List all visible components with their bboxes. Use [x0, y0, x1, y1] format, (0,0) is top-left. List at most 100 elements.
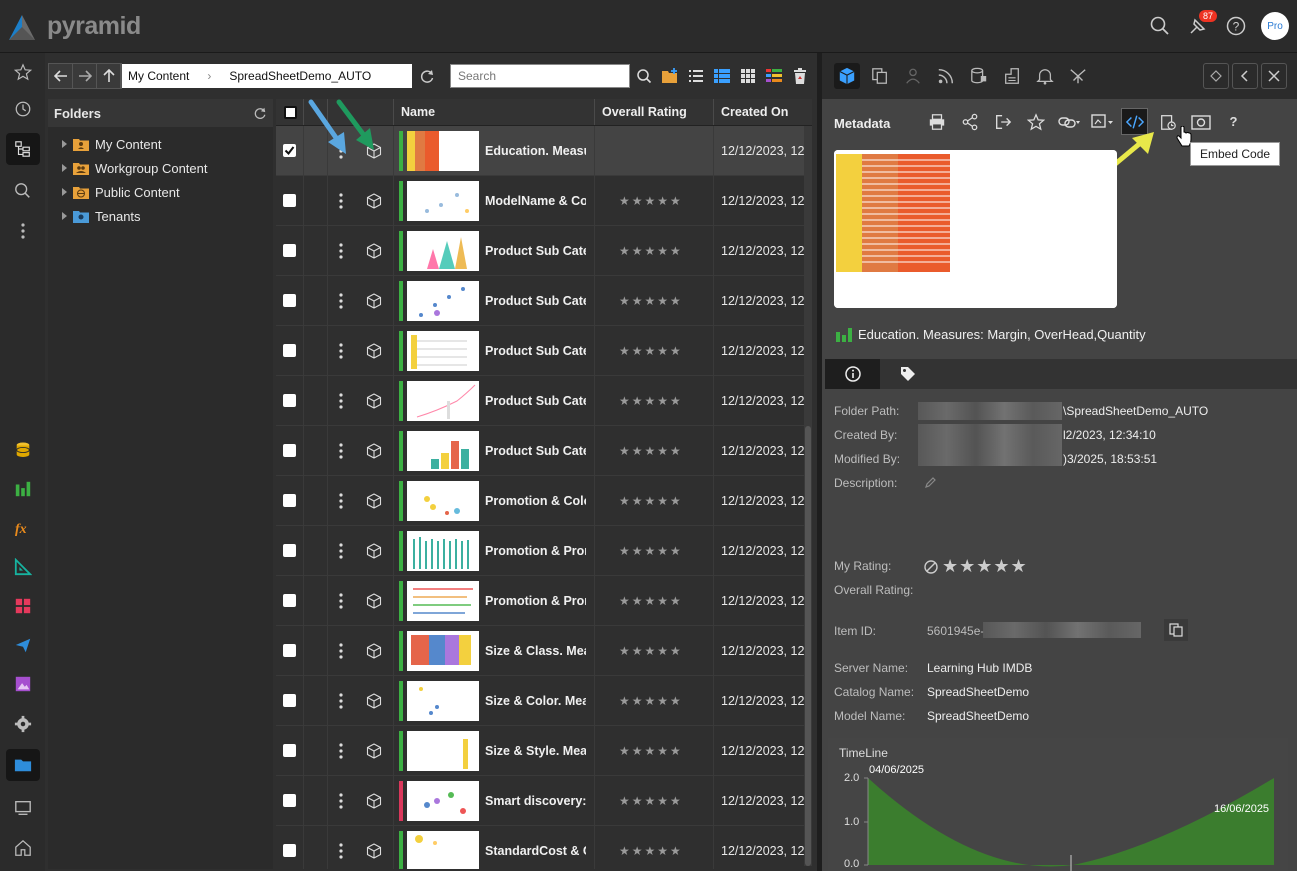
cube-model-icon[interactable]: [366, 792, 382, 809]
row-thumbnail[interactable]: [407, 230, 479, 271]
export-icon[interactable]: [989, 108, 1016, 135]
cube-model-icon[interactable]: [366, 492, 382, 509]
kebab-menu-icon[interactable]: [339, 392, 343, 409]
row-rating-stars[interactable]: ★★★★★: [595, 394, 683, 408]
row-thumbnail[interactable]: [407, 430, 479, 471]
row-name-cell[interactable]: Size & Color. Measu: [394, 676, 595, 725]
refresh-icon[interactable]: [415, 64, 439, 88]
alerts-tab-icon[interactable]: [1032, 63, 1058, 89]
folder-public-content[interactable]: Public Content: [48, 180, 273, 204]
user-avatar[interactable]: Pro: [1261, 12, 1289, 40]
collapse-left-icon[interactable]: [1232, 63, 1258, 89]
table-row[interactable]: Product Sub Catego ★★★★★ 12/12/2023, 12:3: [276, 276, 812, 326]
row-thumbnail[interactable]: [407, 130, 479, 171]
row-name-cell[interactable]: Size & Style. Measur: [394, 726, 595, 775]
kebab-menu-icon[interactable]: [339, 542, 343, 559]
cube-model-icon[interactable]: [366, 842, 382, 859]
header-name[interactable]: Name: [394, 99, 595, 125]
kebab-menu-icon[interactable]: [339, 642, 343, 659]
row-checkbox[interactable]: [283, 794, 296, 807]
cube-tab-icon[interactable]: [834, 63, 860, 89]
row-thumbnail[interactable]: [407, 580, 479, 621]
image-gallery-icon[interactable]: [6, 668, 40, 700]
data-tab-icon[interactable]: [966, 63, 992, 89]
diamond-icon[interactable]: [1203, 63, 1229, 89]
row-name-cell[interactable]: Promotion & Promo: [394, 576, 595, 625]
cube-model-icon[interactable]: [366, 692, 382, 709]
kebab-menu-icon[interactable]: [339, 442, 343, 459]
kebab-menu-icon[interactable]: [339, 492, 343, 509]
notifications-icon[interactable]: 87: [1185, 10, 1217, 39]
cube-model-icon[interactable]: [366, 442, 382, 459]
cube-model-icon[interactable]: [366, 542, 382, 559]
row-rating-stars[interactable]: ★★★★★: [595, 744, 683, 758]
kebab-menu-icon[interactable]: [339, 242, 343, 259]
kebab-menu-icon[interactable]: [339, 292, 343, 309]
folder-my-content[interactable]: My Content: [48, 132, 273, 156]
metadata-help-icon[interactable]: ?: [1220, 108, 1247, 135]
row-checkbox[interactable]: [283, 294, 296, 307]
row-rating-stars[interactable]: ★★★★★: [595, 694, 683, 708]
row-name-cell[interactable]: Size & Class. Measur: [394, 626, 595, 675]
row-name-cell[interactable]: StandardCost & Colo: [394, 826, 595, 869]
home-icon[interactable]: [6, 832, 40, 864]
grid-view-icon[interactable]: [736, 64, 760, 88]
console-icon[interactable]: [6, 792, 40, 824]
row-rating-stars[interactable]: ★★★★★: [595, 494, 683, 508]
row-rating-stars[interactable]: ★★★★★: [595, 844, 683, 858]
close-icon[interactable]: [1261, 63, 1287, 89]
row-thumbnail[interactable]: [407, 280, 479, 321]
cube-model-icon[interactable]: [366, 742, 382, 759]
subscriptions-tab-icon[interactable]: [933, 63, 959, 89]
row-checkbox[interactable]: [283, 394, 296, 407]
row-thumbnail[interactable]: [407, 780, 479, 821]
row-name-cell[interactable]: Product Sub Catego: [394, 276, 595, 325]
row-name-cell[interactable]: Product Sub Catego: [394, 226, 595, 275]
row-checkbox[interactable]: [283, 194, 296, 207]
row-name-cell[interactable]: ModelName & Colo: [394, 176, 595, 225]
row-name-cell[interactable]: Product Sub Catego: [394, 426, 595, 475]
row-thumbnail[interactable]: [407, 530, 479, 571]
security-tab-icon[interactable]: [900, 63, 926, 89]
row-rating-stars[interactable]: ★★★★★: [595, 794, 683, 808]
discover-icon[interactable]: [6, 473, 40, 505]
table-row[interactable]: StandardCost & Colo ★★★★★ 12/12/2023, 12:3: [276, 826, 812, 869]
kebab-menu-icon[interactable]: [339, 842, 343, 859]
row-rating-stars[interactable]: ★★★★★: [595, 644, 683, 658]
folder-tenants[interactable]: Tenants: [48, 204, 273, 228]
row-name-cell[interactable]: Smart discovery: Spr: [394, 776, 595, 825]
cube-model-icon[interactable]: [366, 192, 382, 209]
table-row[interactable]: Promotion & Promo ★★★★★ 12/12/2023, 12:3: [276, 526, 812, 576]
row-rating-stars[interactable]: ★★★★★: [595, 444, 683, 458]
table-row[interactable]: Promotion & Promo ★★★★★ 12/12/2023, 12:3: [276, 576, 812, 626]
row-name-cell[interactable]: Product Sub Catego: [394, 376, 595, 425]
cube-model-icon[interactable]: [366, 242, 382, 259]
more-icon[interactable]: [6, 215, 40, 247]
table-row[interactable]: Smart discovery: Spr ★★★★★ 12/12/2023, 12:…: [276, 776, 812, 826]
row-checkbox[interactable]: [283, 844, 296, 857]
copy-tab-icon[interactable]: [867, 63, 893, 89]
row-checkbox[interactable]: [283, 144, 296, 157]
content-manager-icon[interactable]: [6, 749, 40, 781]
logo[interactable]: pyramid: [5, 12, 141, 41]
row-checkbox[interactable]: [283, 494, 296, 507]
tags-tab[interactable]: [880, 359, 935, 389]
search-nav-icon[interactable]: [6, 175, 40, 207]
cube-model-icon[interactable]: [366, 292, 382, 309]
scrollbar-thumb[interactable]: [805, 426, 811, 866]
row-thumbnail[interactable]: [407, 380, 479, 421]
kebab-menu-icon[interactable]: [339, 692, 343, 709]
row-name-cell[interactable]: Product Sub Catego: [394, 326, 595, 375]
row-checkbox[interactable]: [283, 694, 296, 707]
edit-pencil-icon[interactable]: [924, 476, 937, 489]
link-icon[interactable]: [1055, 108, 1082, 135]
search-icon[interactable]: [1147, 13, 1173, 39]
row-checkbox[interactable]: [283, 444, 296, 457]
table-row[interactable]: Product Sub Catego ★★★★★ 12/12/2023, 12:3: [276, 226, 812, 276]
row-checkbox[interactable]: [283, 594, 296, 607]
table-row[interactable]: Product Sub Catego ★★★★★ 12/12/2023, 12:3: [276, 426, 812, 476]
item-preview-image[interactable]: [834, 150, 1117, 308]
row-name-cell[interactable]: Promotion & Promo: [394, 526, 595, 575]
details-view-icon[interactable]: [710, 64, 734, 88]
recent-icon[interactable]: [6, 93, 40, 125]
